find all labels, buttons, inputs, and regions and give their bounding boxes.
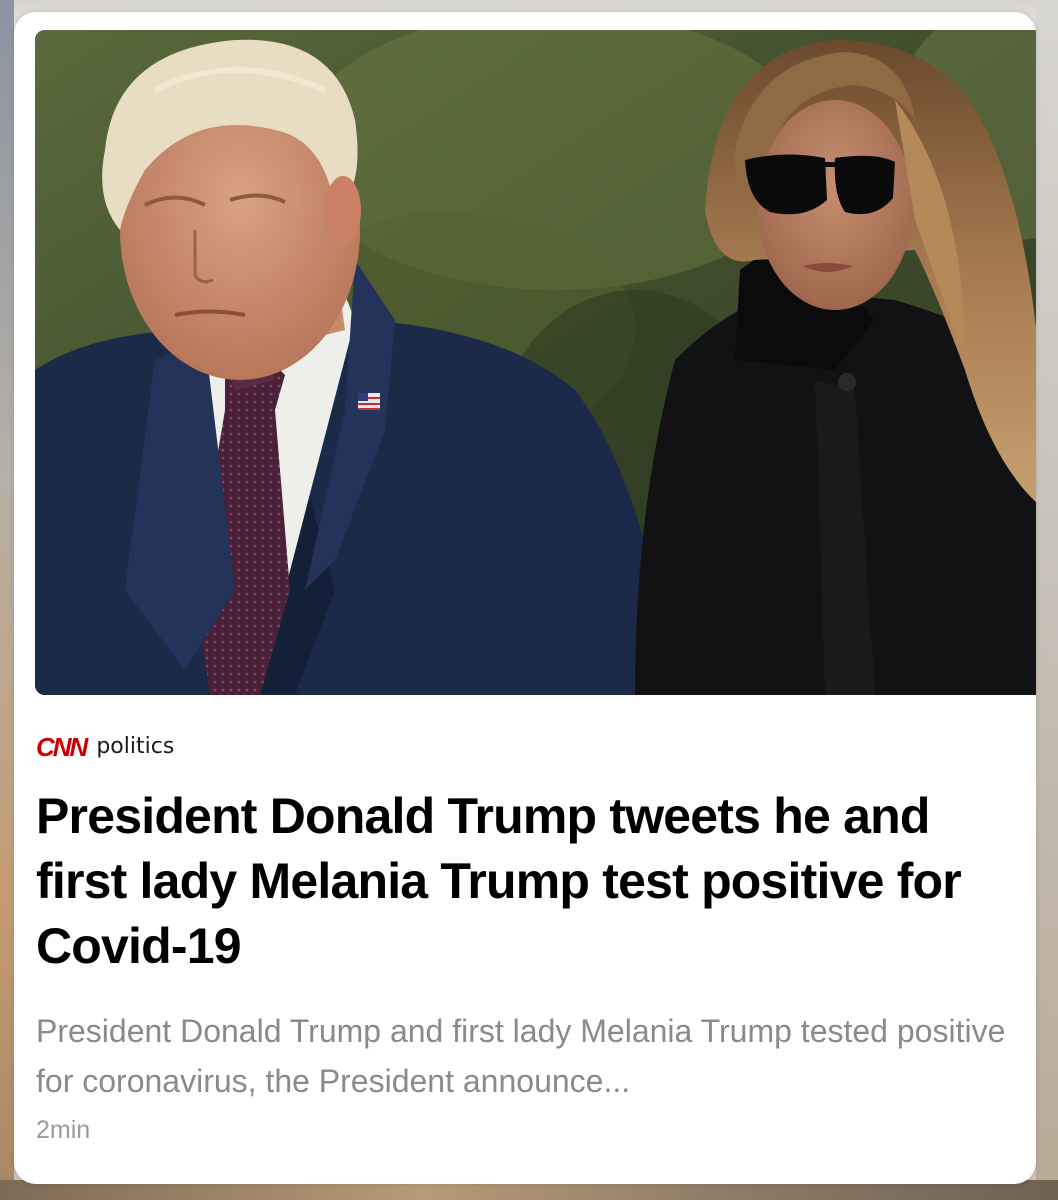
section-label: politics — [96, 734, 175, 759]
news-card[interactable]: CNN politics President Donald Trump twee… — [14, 12, 1036, 1184]
background-right — [1036, 0, 1058, 1200]
cnn-logo[interactable]: CNN — [36, 734, 88, 760]
source-row: CNN politics — [36, 730, 174, 764]
hero-image[interactable] — [35, 30, 1036, 695]
read-time: 2min — [36, 1116, 91, 1144]
article-summary: President Donald Trump and first lady Me… — [36, 1013, 1006, 1099]
article-headline[interactable]: President Donald Trump tweets he and fir… — [36, 784, 1026, 979]
hero-photo-illustration — [35, 30, 1036, 695]
background-left — [0, 0, 14, 1200]
